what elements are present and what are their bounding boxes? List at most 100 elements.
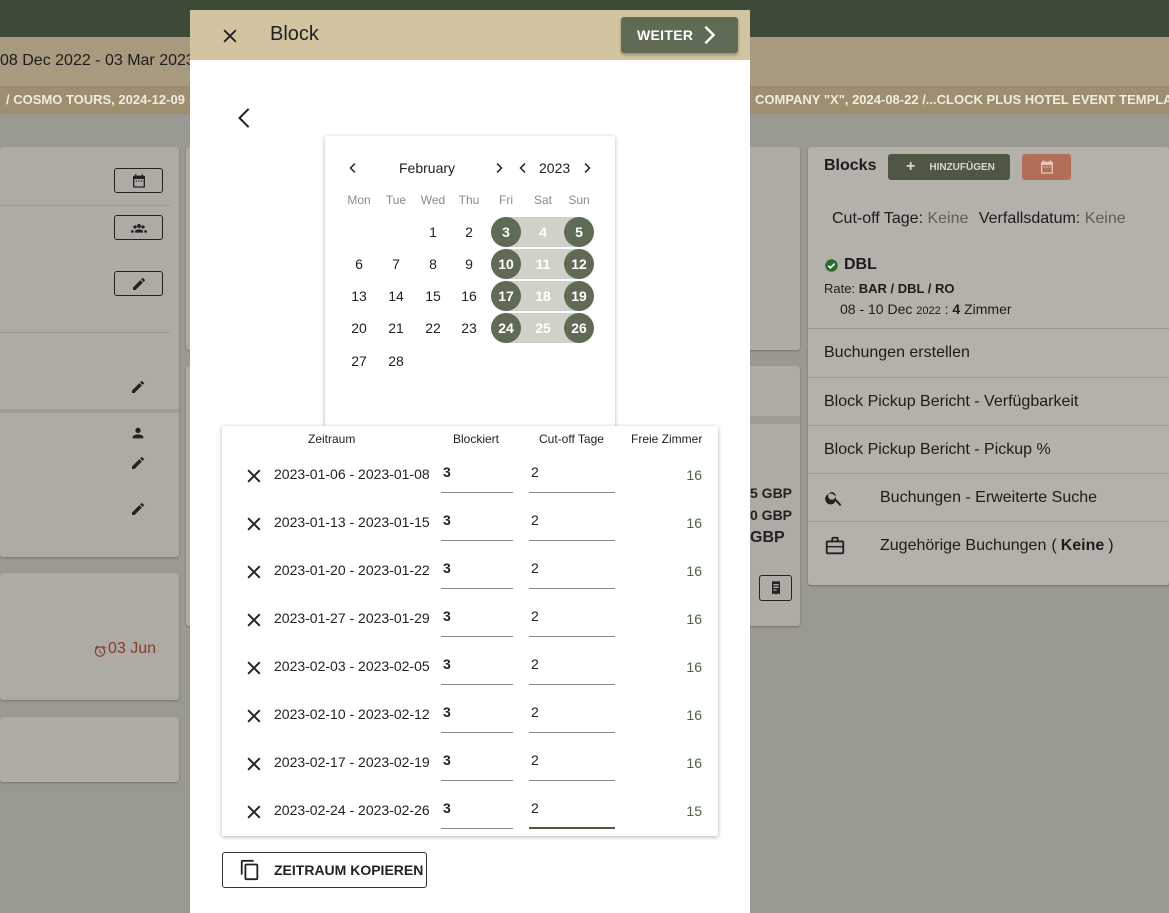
calendar-day[interactable]: 12 bbox=[564, 249, 594, 279]
calendar-day[interactable]: 20 bbox=[344, 313, 374, 343]
period-row: 2023-02-24 - 2023-02-26 3 2 15 bbox=[222, 790, 718, 838]
copy-period-button[interactable]: ZEITRAUM KOPIEREN bbox=[222, 852, 427, 888]
calendar-day[interactable]: 11 bbox=[528, 249, 558, 279]
next-label: WEITER bbox=[637, 27, 694, 43]
calendar-day[interactable]: 4 bbox=[528, 217, 558, 247]
prev-month-icon[interactable] bbox=[347, 162, 359, 174]
remove-icon[interactable] bbox=[244, 514, 264, 534]
dialog-header: Block WEITER bbox=[190, 10, 750, 60]
free-rooms: 16 bbox=[686, 659, 702, 675]
period-row: 2023-02-17 - 2023-02-19 3 2 16 bbox=[222, 742, 718, 790]
free-rooms: 16 bbox=[686, 611, 702, 627]
free-rooms: 15 bbox=[686, 803, 702, 819]
calendar-day[interactable]: 23 bbox=[454, 313, 484, 343]
calendar-day[interactable]: 25 bbox=[528, 313, 558, 343]
blocked-input[interactable]: 3 bbox=[441, 751, 513, 781]
remove-icon[interactable] bbox=[244, 658, 264, 678]
periods-table: Zeitraum Blockiert Cut-off Tage Freie Zi… bbox=[222, 426, 718, 836]
period-range: 2023-01-20 - 2023-01-22 bbox=[274, 562, 430, 578]
weekday-label: Wed bbox=[420, 193, 446, 207]
cutoff-input[interactable]: 2 bbox=[529, 463, 615, 493]
remove-icon[interactable] bbox=[244, 706, 264, 726]
weekday-label: Thu bbox=[458, 193, 480, 207]
calendar-day[interactable]: 22 bbox=[418, 313, 448, 343]
remove-icon[interactable] bbox=[244, 802, 264, 822]
blocked-input[interactable]: 3 bbox=[441, 655, 513, 685]
calendar-day[interactable]: 17 bbox=[491, 281, 521, 311]
period-range: 2023-02-17 - 2023-02-19 bbox=[274, 754, 430, 770]
period-range: 2023-02-24 - 2023-02-26 bbox=[274, 802, 430, 818]
calendar-day[interactable]: 7 bbox=[381, 249, 411, 279]
calendar-day[interactable]: 26 bbox=[564, 313, 594, 343]
calendar-month[interactable]: February bbox=[399, 160, 455, 176]
calendar-day[interactable]: 14 bbox=[381, 281, 411, 311]
col-header-free: Freie Zimmer bbox=[631, 432, 703, 446]
free-rooms: 16 bbox=[686, 467, 702, 483]
period-range: 2023-01-13 - 2023-01-15 bbox=[274, 514, 430, 530]
blocked-input[interactable]: 3 bbox=[441, 463, 513, 493]
cutoff-input[interactable]: 2 bbox=[529, 799, 615, 829]
remove-icon[interactable] bbox=[244, 562, 264, 582]
chevron-right-icon bbox=[704, 25, 716, 45]
remove-icon[interactable] bbox=[244, 466, 264, 486]
col-header-cutoff: Cut-off Tage bbox=[539, 432, 604, 446]
blocked-input[interactable]: 3 bbox=[441, 703, 513, 733]
blocked-input[interactable]: 3 bbox=[441, 799, 513, 829]
next-month-icon[interactable] bbox=[493, 162, 505, 174]
weekday-label: Sat bbox=[533, 193, 552, 207]
cutoff-input[interactable]: 2 bbox=[529, 703, 615, 733]
copy-period-label: ZEITRAUM KOPIEREN bbox=[274, 862, 424, 878]
col-header-blocked: Blockiert bbox=[453, 432, 500, 446]
calendar-year[interactable]: 2023 bbox=[539, 160, 570, 176]
calendar-day[interactable]: 1 bbox=[418, 217, 448, 247]
close-icon[interactable] bbox=[220, 26, 240, 46]
remove-icon[interactable] bbox=[244, 754, 264, 774]
block-dialog: Block WEITER February 2023 Mon Tue Wed Thu F… bbox=[190, 10, 750, 913]
cutoff-input[interactable]: 2 bbox=[529, 655, 615, 685]
calendar-day[interactable]: 16 bbox=[454, 281, 484, 311]
calendar-day[interactable]: 15 bbox=[418, 281, 448, 311]
calendar-day[interactable]: 18 bbox=[528, 281, 558, 311]
weekday-label: Sun bbox=[568, 193, 590, 207]
calendar-day[interactable]: 28 bbox=[381, 346, 411, 376]
blocked-input[interactable]: 3 bbox=[441, 559, 513, 589]
weekday-label: Fri bbox=[499, 193, 513, 207]
calendar-day[interactable]: 8 bbox=[418, 249, 448, 279]
blocked-input[interactable]: 3 bbox=[441, 511, 513, 541]
copy-icon bbox=[240, 859, 259, 881]
calendar-day[interactable]: 21 bbox=[381, 313, 411, 343]
calendar-day[interactable]: 19 bbox=[564, 281, 594, 311]
cutoff-input[interactable]: 2 bbox=[529, 607, 615, 637]
period-row: 2023-01-06 - 2023-01-08 3 2 16 bbox=[222, 454, 718, 502]
calendar-day[interactable]: 9 bbox=[454, 249, 484, 279]
calendar-day[interactable]: 5 bbox=[564, 217, 594, 247]
calendar-day[interactable]: 2 bbox=[454, 217, 484, 247]
calendar-day[interactable]: 13 bbox=[344, 281, 374, 311]
remove-icon[interactable] bbox=[244, 610, 264, 630]
blocked-input[interactable]: 3 bbox=[441, 607, 513, 637]
calendar-day[interactable]: 27 bbox=[344, 346, 374, 376]
dialog-title: Block bbox=[270, 23, 319, 45]
free-rooms: 16 bbox=[686, 563, 702, 579]
period-range: 2023-02-03 - 2023-02-05 bbox=[274, 658, 430, 674]
col-header-range: Zeitraum bbox=[308, 432, 356, 446]
free-rooms: 16 bbox=[686, 515, 702, 531]
period-row: 2023-02-10 - 2023-02-12 3 2 16 bbox=[222, 694, 718, 742]
weekday-label: Tue bbox=[385, 193, 407, 207]
next-year-icon[interactable] bbox=[581, 162, 593, 174]
next-button[interactable]: WEITER bbox=[621, 17, 738, 53]
period-row: 2023-02-03 - 2023-02-05 3 2 16 bbox=[222, 646, 718, 694]
calendar-day[interactable]: 3 bbox=[491, 217, 521, 247]
calendar-day[interactable]: 10 bbox=[491, 249, 521, 279]
back-arrow-icon[interactable] bbox=[234, 106, 256, 130]
prev-year-icon[interactable] bbox=[517, 162, 529, 174]
calendar-day[interactable]: 24 bbox=[491, 313, 521, 343]
period-range: 2023-01-27 - 2023-01-29 bbox=[274, 610, 430, 626]
cutoff-input[interactable]: 2 bbox=[529, 559, 615, 589]
period-range: 2023-02-10 - 2023-02-12 bbox=[274, 706, 430, 722]
free-rooms: 16 bbox=[686, 755, 702, 771]
weekday-label: Mon bbox=[347, 193, 371, 207]
calendar-day[interactable]: 6 bbox=[344, 249, 374, 279]
cutoff-input[interactable]: 2 bbox=[529, 751, 615, 781]
cutoff-input[interactable]: 2 bbox=[529, 511, 615, 541]
